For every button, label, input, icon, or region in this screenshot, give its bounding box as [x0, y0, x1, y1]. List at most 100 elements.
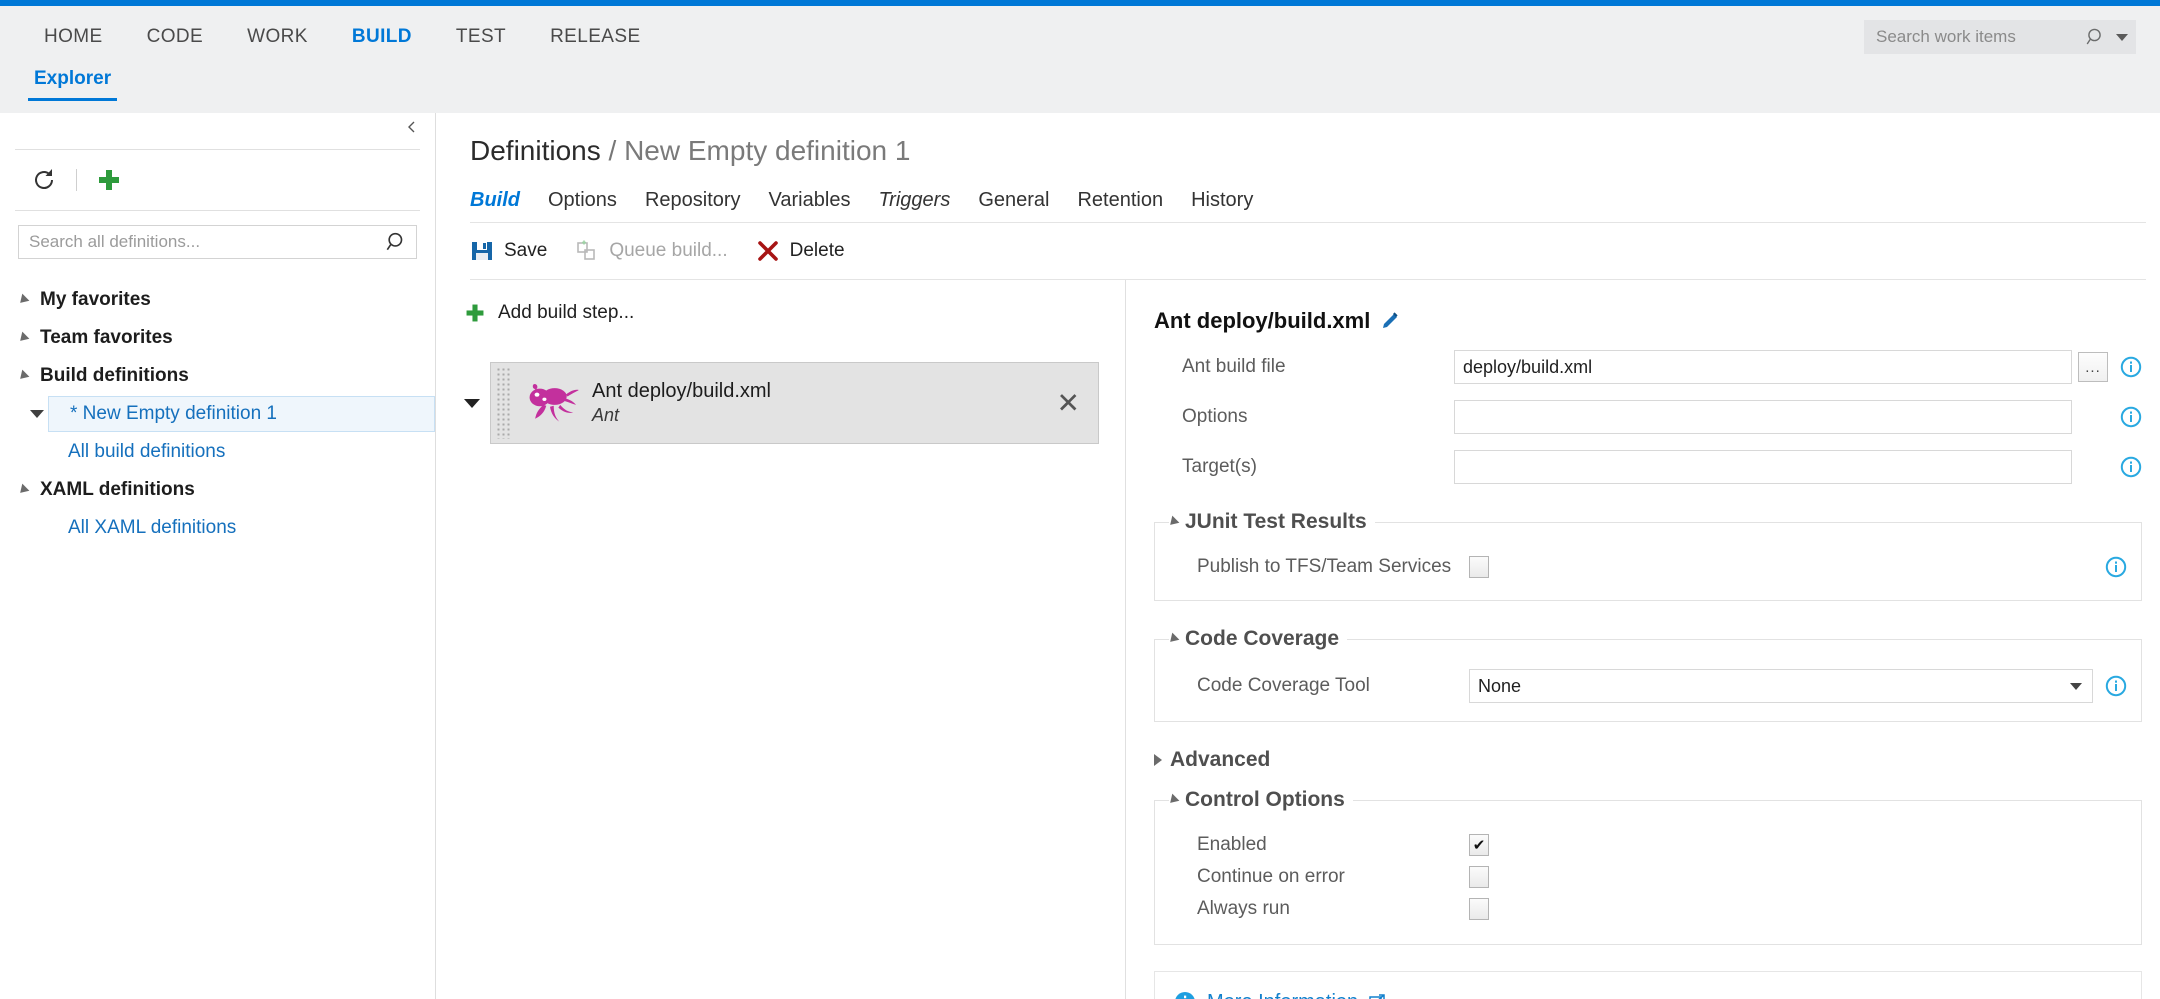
nav-item-home[interactable]: HOME — [22, 6, 125, 68]
field-row-continue-on-error: Continue on error — [1169, 866, 2127, 888]
triangle-collapsed-icon — [1154, 754, 1162, 766]
definition-tabs: Build Options Repository Variables Trigg… — [436, 189, 2160, 222]
sidebar-divider-bottom — [15, 210, 420, 211]
junit-test-results-group: JUnit Test Results Publish to TFS/Team S… — [1154, 510, 2142, 601]
field-label: Code Coverage Tool — [1169, 675, 1469, 697]
sidebar-item-label: * New Empty definition 1 — [70, 403, 277, 425]
search-icon[interactable] — [386, 231, 408, 253]
breadcrumb-root[interactable]: Definitions — [470, 135, 601, 166]
plus-icon — [464, 302, 486, 324]
targets-input[interactable] — [1454, 450, 2072, 484]
advanced-section-header[interactable]: Advanced — [1154, 748, 2142, 772]
delete-button[interactable]: Delete — [756, 239, 873, 263]
drag-handle-icon[interactable] — [496, 367, 512, 439]
panes-container: Add build step... — [436, 280, 2160, 999]
continue-on-error-checkbox[interactable] — [1469, 866, 1489, 888]
publish-tfs-checkbox[interactable] — [1469, 556, 1489, 578]
refresh-button[interactable] — [22, 158, 66, 202]
info-icon[interactable] — [2120, 356, 2142, 378]
ant-build-file-input[interactable]: deploy/build.xml — [1454, 350, 2072, 384]
nav-item-build[interactable]: BUILD — [330, 6, 434, 68]
field-row-code-coverage-tool: Code Coverage Tool None — [1169, 669, 2127, 703]
build-step-list: Ant deploy/build.xml Ant ✕ — [464, 362, 1125, 444]
definitions-tree: My favorites Team favorites Build defini… — [0, 281, 435, 547]
tab-build[interactable]: Build — [470, 189, 534, 222]
options-input[interactable] — [1454, 400, 2072, 434]
sidebar-group-label: Team favorites — [40, 327, 173, 349]
field-row-always-run: Always run — [1169, 898, 2127, 920]
triangle-open-icon[interactable] — [464, 399, 480, 408]
body-container: Search all definitions... My favorites T… — [0, 113, 2160, 999]
work-items-search-placeholder: Search work items — [1876, 27, 2086, 47]
tab-repository[interactable]: Repository — [631, 189, 755, 222]
triangle-expanded-icon — [14, 295, 32, 305]
code-coverage-legend[interactable]: Code Coverage — [1169, 627, 1347, 651]
work-items-search[interactable]: Search work items — [1864, 20, 2136, 54]
triangle-expanded-icon — [1167, 633, 1180, 646]
build-step-subtitle: Ant — [592, 404, 771, 427]
close-icon[interactable]: ✕ — [1057, 387, 1080, 420]
always-run-checkbox[interactable] — [1469, 898, 1489, 920]
info-icon[interactable] — [2120, 406, 2142, 428]
sidebar-group-team-favorites[interactable]: Team favorites — [0, 319, 435, 357]
add-build-step-button[interactable]: Add build step... — [464, 302, 1125, 324]
breadcrumb: Definitions / New Empty definition 1 — [470, 135, 2160, 167]
sidebar-group-build-definitions[interactable]: Build definitions — [0, 357, 435, 395]
triangle-open-icon[interactable] — [28, 410, 46, 418]
sidebar-item-new-empty-definition-1[interactable]: * New Empty definition 1 — [0, 395, 435, 433]
search-icon — [2086, 27, 2106, 47]
page-header: Definitions / New Empty definition 1 — [436, 113, 2160, 167]
build-step-item-ant[interactable]: Ant deploy/build.xml Ant ✕ — [490, 362, 1099, 444]
chevron-left-icon[interactable] — [405, 120, 419, 134]
ant-icon — [520, 377, 580, 429]
nav-item-code[interactable]: CODE — [125, 6, 226, 68]
tab-variables[interactable]: Variables — [755, 189, 865, 222]
nav-item-test[interactable]: TEST — [434, 6, 528, 68]
browse-button[interactable]: ... — [2078, 352, 2108, 382]
code-coverage-tool-select[interactable]: None — [1469, 669, 2093, 703]
sidebar-group-label: Build definitions — [40, 365, 189, 387]
info-icon[interactable] — [2105, 556, 2127, 578]
chevron-down-icon[interactable] — [2116, 34, 2128, 41]
sidebar-item-all-build-definitions[interactable]: All build definitions — [0, 433, 435, 471]
step-details-title: Ant deploy/build.xml — [1154, 308, 1370, 334]
add-build-step-label: Add build step... — [498, 302, 634, 324]
info-icon[interactable] — [2105, 675, 2127, 697]
new-definition-button[interactable] — [87, 158, 131, 202]
triangle-expanded-icon — [1167, 794, 1180, 807]
tab-options[interactable]: Options — [534, 189, 631, 222]
triangle-expanded-icon — [14, 485, 32, 495]
nav-item-work[interactable]: WORK — [225, 6, 330, 68]
sidebar-group-my-favorites[interactable]: My favorites — [0, 281, 435, 319]
save-label: Save — [504, 240, 547, 262]
sidebar-item-all-xaml-definitions[interactable]: All XAML definitions — [0, 509, 435, 547]
code-coverage-tool-value: None — [1478, 676, 1521, 697]
external-link-icon[interactable] — [1368, 993, 1386, 999]
delete-label: Delete — [790, 240, 845, 262]
field-label: Options — [1154, 406, 1454, 428]
step-details-pane: Ant deploy/build.xml Ant build file depl… — [1126, 280, 2160, 999]
definitions-search-input[interactable]: Search all definitions... — [18, 225, 417, 259]
advanced-label: Advanced — [1170, 748, 1270, 772]
code-coverage-group: Code Coverage Code Coverage Tool None — [1154, 627, 2142, 722]
save-button[interactable]: Save — [470, 239, 575, 263]
tab-retention[interactable]: Retention — [1063, 189, 1177, 222]
sidebar-group-xaml-definitions[interactable]: XAML definitions — [0, 471, 435, 509]
delete-x-icon — [756, 239, 780, 263]
tab-general[interactable]: General — [964, 189, 1063, 222]
pivot-explorer[interactable]: Explorer — [28, 68, 117, 101]
field-row-publish-tfs: Publish to TFS/Team Services — [1169, 556, 2127, 578]
junit-test-results-legend[interactable]: JUnit Test Results — [1169, 510, 1375, 534]
field-row-enabled: Enabled ✔ — [1169, 834, 2127, 856]
tab-triggers[interactable]: Triggers — [864, 189, 964, 222]
breadcrumb-current: New Empty definition 1 — [624, 135, 910, 166]
more-information-link[interactable]: More Information — [1207, 991, 1358, 999]
control-options-legend[interactable]: Control Options — [1169, 788, 1353, 812]
nav-item-release[interactable]: RELEASE — [528, 6, 662, 68]
pencil-icon[interactable] — [1380, 311, 1400, 331]
enabled-checkbox[interactable]: ✔ — [1469, 834, 1489, 856]
build-steps-pane: Add build step... — [436, 280, 1126, 999]
info-icon[interactable] — [2120, 456, 2142, 478]
tab-history[interactable]: History — [1177, 189, 1267, 222]
sidebar-item-label: All XAML definitions — [68, 517, 236, 539]
